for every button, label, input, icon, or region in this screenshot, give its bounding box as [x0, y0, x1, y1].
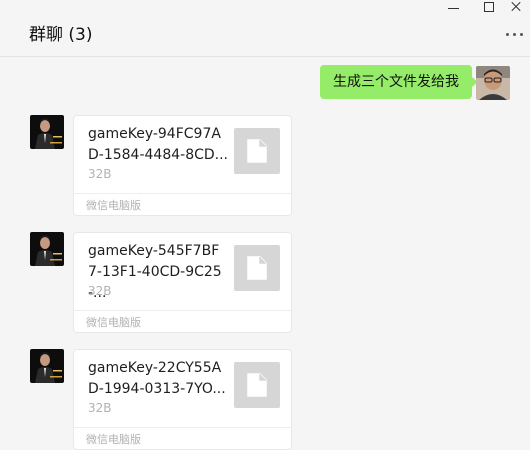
sender-avatar[interactable] — [30, 232, 64, 266]
maximize-icon[interactable] — [476, 0, 502, 16]
sender-avatar[interactable] — [30, 115, 64, 149]
card-divider — [74, 310, 291, 311]
my-avatar[interactable] — [476, 66, 510, 100]
file-source: 微信电脑版 — [86, 316, 141, 329]
file-card[interactable]: gameKey-22CY55AD-1994-0313-7YO... 32B 微信… — [73, 349, 292, 450]
file-card[interactable]: gameKey-545F7BF7-13F1-40CD-9C25-... 32B … — [73, 232, 292, 333]
card-divider — [74, 193, 291, 194]
file-size: 32B — [88, 167, 112, 181]
file-card[interactable]: gameKey-94FC97AD-1584-4484-8CD... 32B 微信… — [73, 115, 292, 216]
document-icon — [234, 362, 280, 408]
chat-title: 群聊 (3) — [29, 25, 93, 45]
chat-header: 群聊 (3) — [0, 0, 530, 57]
minimize-icon[interactable] — [441, 0, 467, 16]
sender-avatar[interactable] — [30, 349, 64, 383]
file-size: 32B — [88, 284, 112, 298]
more-dots-icon[interactable] — [503, 30, 525, 40]
card-divider — [74, 427, 291, 428]
outgoing-message-bubble[interactable]: 生成三个文件发给我 — [320, 65, 478, 99]
file-size: 32B — [88, 401, 112, 415]
file-source: 微信电脑版 — [86, 199, 141, 212]
file-name: gameKey-94FC97AD-1584-4484-8CD... — [88, 126, 229, 163]
close-icon[interactable] — [503, 0, 529, 16]
file-source: 微信电脑版 — [86, 433, 141, 446]
document-icon — [234, 245, 280, 291]
document-icon — [234, 128, 280, 174]
file-name: gameKey-22CY55AD-1994-0313-7YO... — [88, 360, 226, 397]
